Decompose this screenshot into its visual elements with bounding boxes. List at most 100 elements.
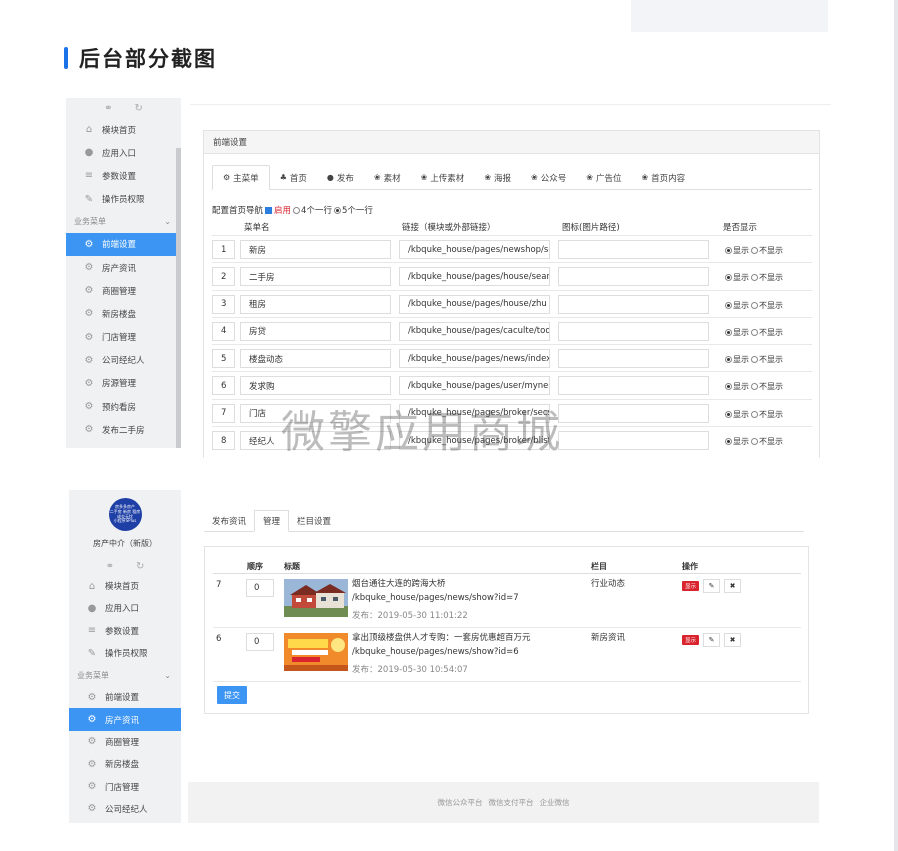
menu-name-input[interactable]: 发求购 [240,376,391,396]
sidebar-item-operator[interactable]: ✎ 操作员权限 [66,188,181,211]
sidebar-item-news[interactable]: ⚙ 房产资讯 [69,708,181,731]
link-icon[interactable]: ⚭ [106,561,114,572]
menu-icon-input[interactable] [558,294,709,314]
tab-publish[interactable]: ● 发布 [317,165,364,190]
news-thumbnail[interactable] [284,579,348,617]
gear-icon: ⚙ [87,691,97,703]
sidebar-item-new-homes[interactable]: ⚙ 新房楼盘 [66,302,181,325]
sidebar-section-business[interactable]: 业务菜单 ⌄ [69,664,181,686]
sidebar-scrollbar[interactable] [176,148,181,448]
show-radio[interactable] [725,328,732,336]
edit-button[interactable]: ✎ [703,633,721,647]
user-icon: ● [326,173,334,182]
hide-radio[interactable] [751,247,758,254]
menu-link-input[interactable]: /kbquke_house/pages/house/search [399,267,550,287]
menu-icon-input[interactable] [558,403,709,423]
sidebar-item-business-area[interactable]: ⚙ 商圈管理 [69,731,181,753]
show-radio[interactable] [725,247,732,254]
show-toggle-button[interactable]: 显示 [682,635,700,645]
sidebar-item-agents[interactable]: ⚙ 公司经纪人 [69,798,181,820]
hide-radio[interactable] [751,301,758,309]
menu-name-input[interactable]: 楼盘动态 [240,349,391,369]
menu-link-input[interactable]: /kbquke_house/pages/news/index [399,349,550,369]
news-thumbnail[interactable] [284,633,348,671]
link-icon[interactable]: ⚭ [104,103,112,114]
menu-name-input[interactable]: 房贷 [240,321,391,341]
tab-publish-news[interactable]: 发布资讯 [204,510,254,532]
menu-link-input[interactable]: /kbquke_house/pages/house/zhu [399,294,550,314]
refresh-icon[interactable]: ↻ [135,103,143,114]
sidebar-item-publish-resale[interactable]: ⚙ 发布二手房 [66,418,181,441]
menu-icon-input[interactable] [558,267,709,287]
sidebar-item-module-home[interactable]: ⌂ 模块首页 [69,575,181,597]
menu-name-input[interactable]: 新房 [240,240,391,259]
sidebar-item-module-home[interactable]: ⌂ 模块首页 [66,118,181,141]
tab-main-menu[interactable]: ⚙ 主菜单 [212,165,270,190]
order-input[interactable]: 0 [246,633,274,651]
hide-radio[interactable] [751,328,758,336]
delete-button[interactable]: ✖ [724,633,742,647]
footer: 微信公众平台 微信支付平台 企业微信 [188,782,819,823]
show-radio[interactable] [725,410,732,418]
show-radio[interactable] [725,438,732,446]
tab-material[interactable]: ❀ 素材 [364,165,411,190]
edit-button[interactable]: ✎ [703,579,721,593]
sidebar-item-frontend[interactable]: ⚙ 前端设置 [66,232,181,256]
submit-button[interactable]: 提交 [217,686,247,704]
news-title[interactable]: 烟台通往大连的跨海大桥 [352,577,446,589]
show-toggle-button[interactable]: 显示 [682,581,700,591]
sidebar-item-new-homes[interactable]: ⚙ 新房楼盘 [69,753,181,775]
footer-link-mp[interactable]: 微信公众平台 [438,797,483,808]
delete-button[interactable]: ✖ [724,579,742,593]
sidebar-item-frontend[interactable]: ⚙ 前端设置 [69,686,181,708]
menu-icon-input[interactable] [558,431,709,451]
sidebar-item-listings[interactable]: ⚙ 房源管理 [66,372,181,395]
tab-upload-material[interactable]: ❀ 上传素材 [411,165,475,190]
sidebar-item-params[interactable]: ≡ 参数设置 [66,164,181,187]
tab-poster[interactable]: ❀ 海报 [474,165,521,190]
tab-column-settings[interactable]: 栏目设置 [289,510,339,532]
tab-official-account[interactable]: ❀ 公众号 [521,165,576,190]
sidebar-item-news[interactable]: ⚙ 房产资讯 [66,256,181,279]
sidebar-item-app-entry[interactable]: ● 应用入口 [66,141,181,164]
hide-radio[interactable] [751,274,758,282]
sidebar-item-viewings[interactable]: ⚙ 预约看房 [66,395,181,418]
news-title[interactable]: 拿出顶级楼盘供人才专购：一套房优惠超百万元 [352,631,531,643]
sidebar-item-stores[interactable]: ⚙ 门店管理 [69,775,181,797]
hide-radio[interactable] [751,410,758,418]
menu-name-input[interactable]: 租房 [240,294,391,314]
footer-link-pay[interactable]: 微信支付平台 [489,797,534,808]
menu-name-input[interactable]: 二手房 [240,267,391,287]
tab-home-content[interactable]: ❀ 首页内容 [631,165,695,190]
menu-link-input[interactable]: /kbquke_house/pages/newshop/sear [399,240,550,259]
sidebar-section-business[interactable]: 业务菜单 ⌄ [66,211,181,233]
show-radio[interactable] [725,301,732,309]
enable-checkbox[interactable] [265,206,273,214]
show-radio[interactable] [725,356,732,364]
show-radio[interactable] [725,274,732,282]
footer-link-work[interactable]: 企业微信 [540,797,570,808]
show-radio[interactable] [725,383,732,391]
sidebar-item-stores[interactable]: ⚙ 门店管理 [66,326,181,349]
menu-link-input[interactable]: /kbquke_house/pages/user/myneed [399,376,550,396]
sidebar-item-agents[interactable]: ⚙ 公司经纪人 [66,349,181,372]
sidebar-item-operator[interactable]: ✎ 操作员权限 [69,642,181,664]
sidebar-item-app-entry[interactable]: ● 应用入口 [69,597,181,619]
menu-icon-input[interactable] [558,376,709,396]
tab-home[interactable]: ♣ 首页 [270,165,317,190]
order-input[interactable]: 0 [246,579,274,597]
hide-radio[interactable] [751,438,758,446]
menu-link-input[interactable]: /kbquke_house/pages/caculte/toos [399,321,550,341]
sidebar-item-params[interactable]: ≡ 参数设置 [69,620,181,642]
menu-icon-input[interactable] [558,349,709,369]
five-per-row-radio[interactable] [333,206,341,214]
tab-manage[interactable]: 管理 [254,510,290,532]
hide-radio[interactable] [751,383,758,391]
menu-icon-input[interactable] [558,240,709,259]
hide-radio[interactable] [751,356,758,364]
refresh-icon[interactable]: ↻ [136,561,144,572]
tab-ad-slot[interactable]: ❀ 广告位 [576,165,631,190]
menu-icon-input[interactable] [558,321,709,341]
sidebar-item-business-area[interactable]: ⚙ 商圈管理 [66,279,181,302]
four-per-row-radio[interactable] [293,206,301,214]
